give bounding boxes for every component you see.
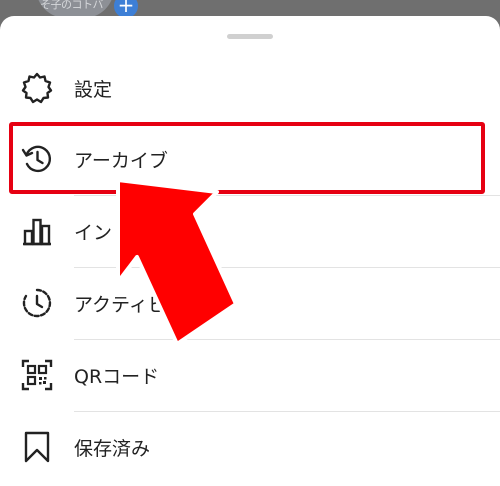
menu-item-saved[interactable]: 保存済み xyxy=(0,412,500,484)
menu-item-label: QRコード xyxy=(74,366,160,388)
menu-item-qr-code[interactable]: QRコード xyxy=(0,340,500,412)
menu-item-label: 保存済み xyxy=(74,438,151,460)
bookmark-icon xyxy=(20,430,54,464)
menu-item-label: イン xyxy=(74,222,113,244)
gear-icon xyxy=(20,71,54,105)
archive-highlight-box xyxy=(9,122,485,194)
qr-code-icon xyxy=(20,358,54,392)
menu-item-insights[interactable]: イン xyxy=(0,196,500,268)
menu-item-label: アクティビ xyxy=(74,294,167,316)
menu-item-label: 設定 xyxy=(74,79,113,101)
menu-item-settings[interactable]: 設定 xyxy=(0,53,500,125)
menu-item-activity[interactable]: アクティビ xyxy=(0,268,500,340)
sheet-drag-handle[interactable] xyxy=(227,34,273,39)
activity-clock-icon xyxy=(20,286,54,320)
bottom-sheet-menu: 設定 アーカイブ イン アクティビ QRコード 保存済み xyxy=(0,16,500,486)
insights-bar-chart-icon xyxy=(20,214,54,248)
background-caption: そ子のコトバ xyxy=(40,0,104,11)
